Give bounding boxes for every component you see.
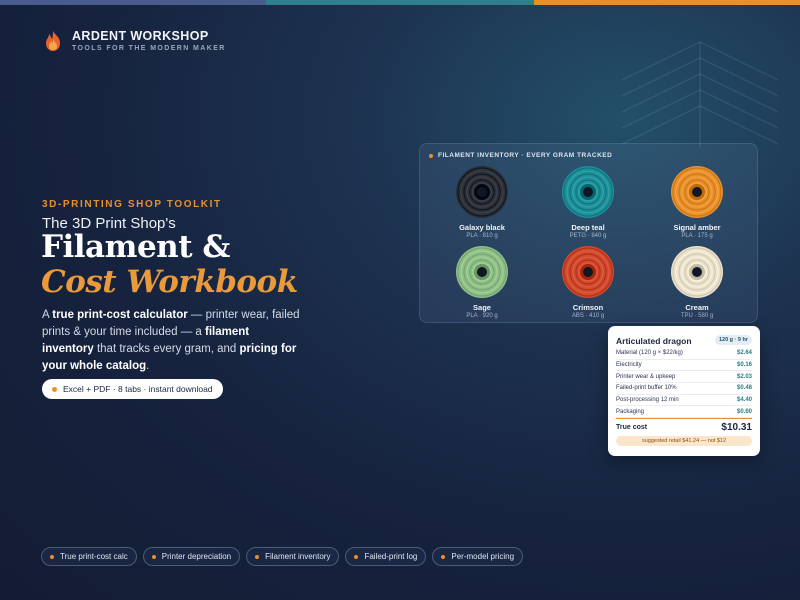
- cost-row-value: $0.48: [736, 385, 752, 392]
- spool-name: Signal amber: [673, 223, 721, 232]
- cost-breakdown-card: Articulated dragon 120 g · 9 hr Material…: [608, 326, 760, 456]
- feature-pill[interactable]: Printer depreciation: [142, 547, 241, 566]
- feature-dot-icon: [255, 554, 260, 559]
- cost-rows: Material (120 g × $22/kg) $2.64 Electricit…: [616, 348, 752, 419]
- spool-sage[interactable]: Sage PLA · 920 g: [442, 244, 522, 319]
- feature-pill[interactable]: Failed-print log: [345, 547, 427, 566]
- spool-name: Cream: [685, 303, 709, 312]
- feature-dot-icon: [50, 554, 54, 559]
- cost-row-value: $4.40: [736, 397, 752, 404]
- spool-name: Deep teal: [571, 223, 605, 232]
- cost-row-label: Post-processing 12 min: [616, 397, 679, 404]
- spool-meta: PLA · 920 g: [466, 313, 498, 319]
- spool-meta: PETG · 840 g: [569, 233, 607, 239]
- spool-meta: PLA · 810 g: [466, 233, 498, 239]
- cost-card-title: Articulated dragon: [616, 336, 692, 346]
- filament-spool-icon: [562, 246, 614, 298]
- accent-segment-amber: [534, 0, 800, 5]
- cost-card-chip: 120 g · 9 hr: [714, 335, 752, 345]
- feature-pills: True print-cost calc Printer depreciation…: [41, 547, 524, 566]
- feature-dot-icon: [151, 554, 156, 559]
- cost-row-value: $0.16: [736, 362, 752, 369]
- brand-tagline: TOOLS FOR THE MODERN MAKER: [72, 45, 226, 52]
- spool-cream[interactable]: Cream TPU · 580 g: [657, 244, 737, 319]
- description-emphasis: true print-cost calculator: [52, 309, 188, 321]
- filament-spool-icon: [456, 166, 508, 218]
- cost-row-value: $2.03: [736, 373, 752, 380]
- pill-dot-icon: [52, 386, 57, 392]
- feature-pill-label: Printer depreciation: [161, 552, 232, 561]
- filament-spool-icon: [456, 246, 508, 298]
- total-label: True cost: [616, 424, 648, 431]
- top-accent-bar: [0, 0, 800, 5]
- spool-meta: ABS · 410 g: [571, 313, 605, 319]
- feature-dot-icon: [441, 554, 446, 559]
- spool-signal-amber[interactable]: Signal amber PLA · 175 g: [657, 164, 737, 239]
- hero-description: A true print-cost calculator — printer w…: [42, 307, 302, 375]
- brand[interactable]: ARDENT WORKSHOP TOOLS FOR THE MODERN MAK…: [44, 29, 226, 52]
- total-value: $10.31: [721, 422, 752, 433]
- description-text: that tracks every gram, and: [93, 343, 240, 355]
- cost-row: Electricity $0.16: [616, 360, 752, 372]
- feature-dot-icon: [354, 554, 359, 559]
- filament-spool-icon: [671, 246, 723, 298]
- spool-name: Galaxy black: [459, 223, 505, 232]
- download-pill-label: Excel + PDF · 8 tabs · instant download: [63, 384, 213, 394]
- download-pill[interactable]: Excel + PDF · 8 tabs · instant download: [42, 379, 223, 399]
- cost-row-label: Failed-print buffer 10%: [616, 385, 677, 392]
- hero-title-line2: Cost Workbook: [41, 264, 298, 300]
- hero-title-line1: Filament &: [41, 229, 230, 265]
- spool-name: Crimson: [572, 303, 604, 312]
- accent-segment-indigo: [0, 0, 266, 5]
- spool-deep-teal[interactable]: Deep teal PETG · 840 g: [548, 164, 628, 239]
- inventory-heading-label: FILAMENT INVENTORY · EVERY GRAM TRACKED: [438, 152, 613, 159]
- cost-row: Printer wear & upkeep $2.03: [616, 371, 752, 384]
- brand-name: ARDENT WORKSHOP: [72, 29, 209, 43]
- cost-row-label: Packaging: [616, 408, 645, 415]
- suggested-retail-note: suggested retail $41.24 — not $12: [616, 436, 752, 446]
- filament-spool-icon: [671, 166, 723, 218]
- inventory-heading: FILAMENT INVENTORY · EVERY GRAM TRACKED: [429, 152, 612, 159]
- heading-dot-icon: [429, 153, 433, 158]
- feature-pill-label: Per-model pricing: [451, 552, 515, 561]
- accent-segment-teal: [266, 0, 534, 5]
- spool-meta: TPU · 580 g: [680, 313, 714, 319]
- description-text: .: [146, 360, 150, 372]
- filament-inventory-panel: FILAMENT INVENTORY · EVERY GRAM TRACKED …: [419, 143, 758, 323]
- cost-total: True cost $10.31: [616, 418, 752, 433]
- feature-pill[interactable]: True print-cost calc: [41, 547, 137, 566]
- feature-pill-label: True print-cost calc: [60, 552, 128, 561]
- spool-crimson[interactable]: Crimson ABS · 410 g: [548, 244, 628, 319]
- spool-name: Sage: [473, 303, 491, 312]
- feature-pill[interactable]: Per-model pricing: [432, 547, 524, 566]
- filament-spool-icon: [562, 166, 614, 218]
- feature-pill-label: Failed-print log: [364, 552, 418, 561]
- feature-pill[interactable]: Filament inventory: [246, 547, 340, 566]
- cost-row-value: $0.60: [736, 408, 752, 415]
- cost-row: Post-processing 12 min $4.40: [616, 395, 752, 407]
- feature-pill-label: Filament inventory: [265, 552, 331, 561]
- cost-row-label: Material (120 g × $22/kg): [616, 350, 683, 357]
- cost-row-label: Printer wear & upkeep: [616, 373, 676, 380]
- cost-row-value: $2.64: [736, 350, 752, 357]
- description-text: A: [42, 309, 53, 321]
- spool-galaxy-black[interactable]: Galaxy black PLA · 810 g: [442, 164, 522, 239]
- cost-row: Material (120 g × $22/kg) $2.64: [616, 348, 752, 360]
- chevron-decoration-icon: [621, 41, 779, 148]
- cost-row: Failed-print buffer 10% $0.48: [616, 383, 752, 395]
- cost-row-label: Electricity: [616, 362, 642, 369]
- hero-eyebrow: 3D-PRINTING SHOP TOOLKIT: [42, 199, 222, 210]
- cost-row: Packaging $0.60: [616, 406, 752, 419]
- spool-meta: PLA · 175 g: [681, 233, 713, 239]
- flame-logo-icon: [46, 30, 60, 51]
